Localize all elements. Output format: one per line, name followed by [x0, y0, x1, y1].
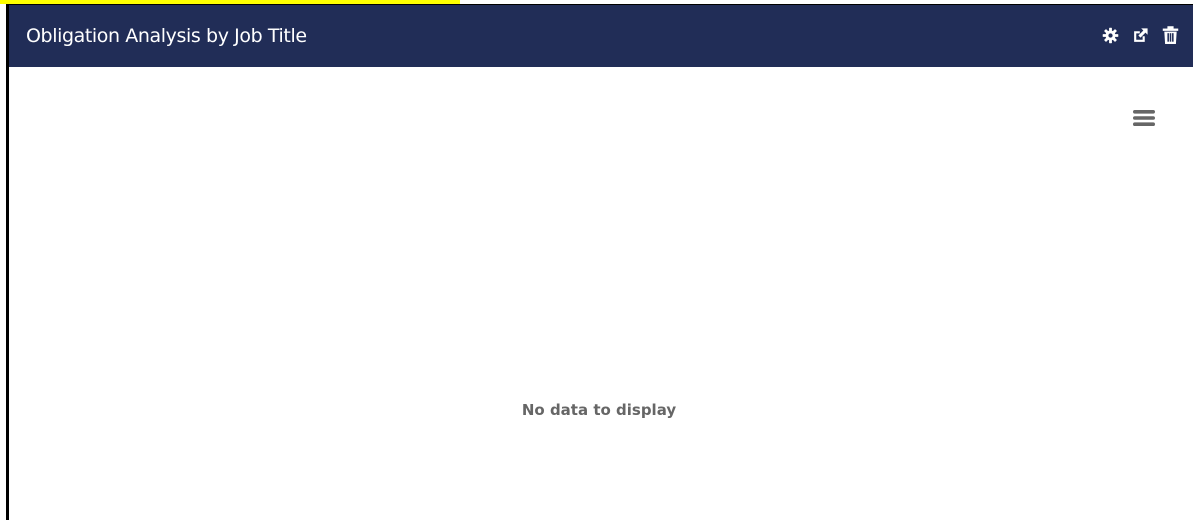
no-data-message: No data to display: [521, 401, 677, 419]
widget-header: Obligation Analysis by Job Title: [9, 5, 1193, 67]
gear-icon[interactable]: [1101, 26, 1119, 44]
chart-area: No data to display: [9, 67, 1193, 520]
dashboard-widget: Obligation Analysis by Job Title No data…: [6, 4, 1193, 520]
widget-title: Obligation Analysis by Job Title: [26, 25, 307, 47]
widget-actions: [1101, 25, 1179, 44]
external-link-icon[interactable]: [1131, 26, 1149, 44]
hamburger-menu-icon[interactable]: [1131, 107, 1157, 129]
trash-icon[interactable]: [1161, 25, 1179, 44]
